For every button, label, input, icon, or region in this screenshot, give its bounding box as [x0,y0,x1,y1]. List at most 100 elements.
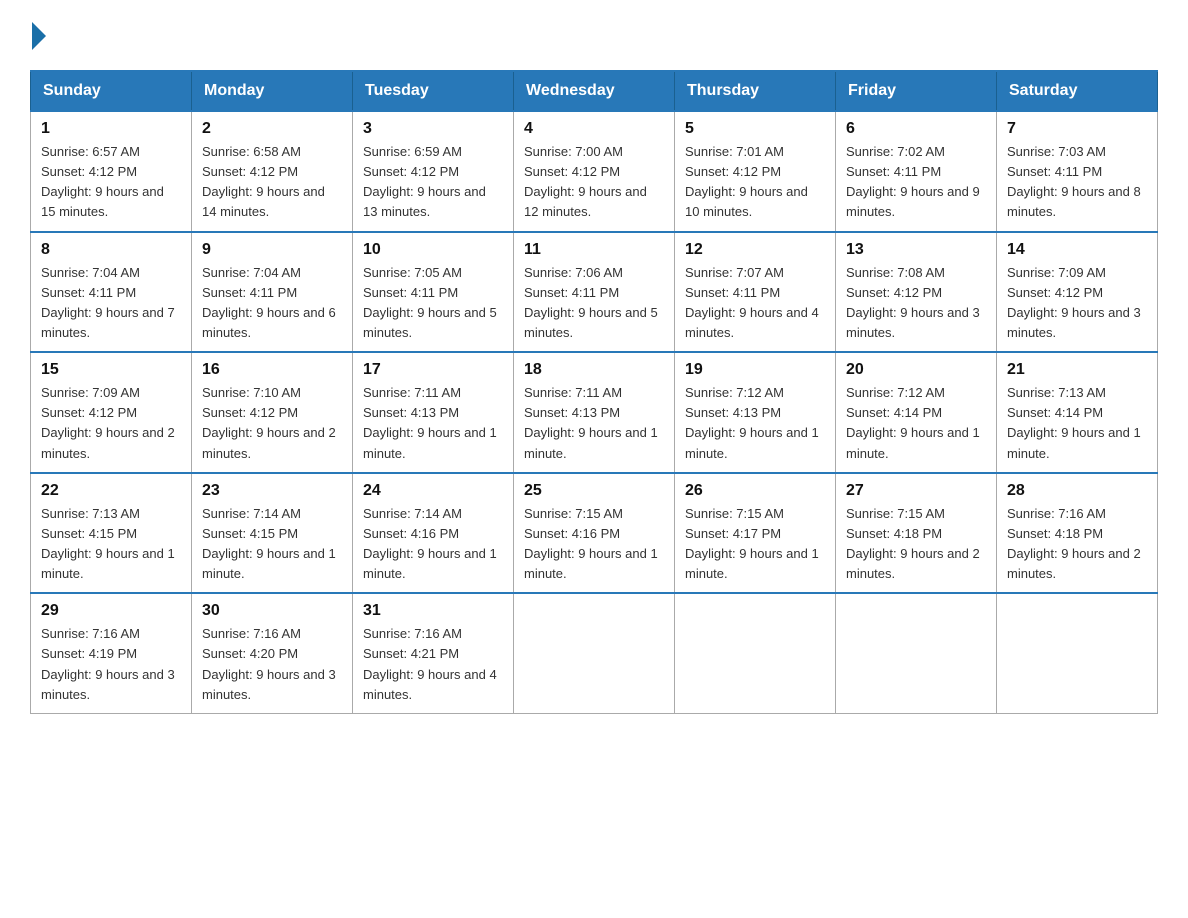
day-number: 1 [41,120,181,138]
calendar-cell: 26 Sunrise: 7:15 AM Sunset: 4:17 PM Dayl… [675,473,836,594]
calendar-cell: 17 Sunrise: 7:11 AM Sunset: 4:13 PM Dayl… [353,352,514,473]
day-info: Sunrise: 7:07 AM Sunset: 4:11 PM Dayligh… [685,263,825,344]
day-number: 4 [524,120,664,138]
day-info: Sunrise: 6:58 AM Sunset: 4:12 PM Dayligh… [202,142,342,223]
calendar-week-2: 8 Sunrise: 7:04 AM Sunset: 4:11 PM Dayli… [31,232,1158,353]
day-info: Sunrise: 7:12 AM Sunset: 4:14 PM Dayligh… [846,383,986,464]
calendar-cell: 21 Sunrise: 7:13 AM Sunset: 4:14 PM Dayl… [997,352,1158,473]
calendar-cell: 19 Sunrise: 7:12 AM Sunset: 4:13 PM Dayl… [675,352,836,473]
calendar-cell: 12 Sunrise: 7:07 AM Sunset: 4:11 PM Dayl… [675,232,836,353]
calendar-cell [997,593,1158,713]
day-info: Sunrise: 7:12 AM Sunset: 4:13 PM Dayligh… [685,383,825,464]
day-number: 30 [202,602,342,620]
day-info: Sunrise: 7:05 AM Sunset: 4:11 PM Dayligh… [363,263,503,344]
calendar-cell: 9 Sunrise: 7:04 AM Sunset: 4:11 PM Dayli… [192,232,353,353]
weekday-header-monday: Monday [192,71,353,111]
calendar-cell: 23 Sunrise: 7:14 AM Sunset: 4:15 PM Dayl… [192,473,353,594]
weekday-header-sunday: Sunday [31,71,192,111]
calendar-cell: 1 Sunrise: 6:57 AM Sunset: 4:12 PM Dayli… [31,111,192,232]
page-header [30,20,1158,50]
day-info: Sunrise: 7:15 AM Sunset: 4:16 PM Dayligh… [524,504,664,585]
calendar-cell: 4 Sunrise: 7:00 AM Sunset: 4:12 PM Dayli… [514,111,675,232]
day-number: 31 [363,602,503,620]
day-info: Sunrise: 7:04 AM Sunset: 4:11 PM Dayligh… [41,263,181,344]
day-info: Sunrise: 7:01 AM Sunset: 4:12 PM Dayligh… [685,142,825,223]
day-number: 16 [202,361,342,379]
day-number: 12 [685,241,825,259]
day-number: 2 [202,120,342,138]
logo [30,20,46,50]
calendar-table: SundayMondayTuesdayWednesdayThursdayFrid… [30,70,1158,714]
calendar-cell: 20 Sunrise: 7:12 AM Sunset: 4:14 PM Dayl… [836,352,997,473]
calendar-week-5: 29 Sunrise: 7:16 AM Sunset: 4:19 PM Dayl… [31,593,1158,713]
day-info: Sunrise: 7:02 AM Sunset: 4:11 PM Dayligh… [846,142,986,223]
day-info: Sunrise: 6:57 AM Sunset: 4:12 PM Dayligh… [41,142,181,223]
day-number: 27 [846,482,986,500]
day-number: 3 [363,120,503,138]
day-info: Sunrise: 7:00 AM Sunset: 4:12 PM Dayligh… [524,142,664,223]
day-info: Sunrise: 7:15 AM Sunset: 4:18 PM Dayligh… [846,504,986,585]
day-info: Sunrise: 7:11 AM Sunset: 4:13 PM Dayligh… [524,383,664,464]
calendar-cell [836,593,997,713]
day-info: Sunrise: 7:08 AM Sunset: 4:12 PM Dayligh… [846,263,986,344]
day-number: 25 [524,482,664,500]
calendar-header-row: SundayMondayTuesdayWednesdayThursdayFrid… [31,71,1158,111]
day-number: 9 [202,241,342,259]
calendar-cell: 11 Sunrise: 7:06 AM Sunset: 4:11 PM Dayl… [514,232,675,353]
weekday-header-tuesday: Tuesday [353,71,514,111]
day-number: 6 [846,120,986,138]
day-info: Sunrise: 7:09 AM Sunset: 4:12 PM Dayligh… [1007,263,1147,344]
calendar-cell: 8 Sunrise: 7:04 AM Sunset: 4:11 PM Dayli… [31,232,192,353]
calendar-cell: 5 Sunrise: 7:01 AM Sunset: 4:12 PM Dayli… [675,111,836,232]
day-info: Sunrise: 7:14 AM Sunset: 4:15 PM Dayligh… [202,504,342,585]
day-number: 21 [1007,361,1147,379]
day-info: Sunrise: 7:16 AM Sunset: 4:19 PM Dayligh… [41,624,181,705]
calendar-cell: 2 Sunrise: 6:58 AM Sunset: 4:12 PM Dayli… [192,111,353,232]
day-number: 18 [524,361,664,379]
day-number: 15 [41,361,181,379]
calendar-cell [514,593,675,713]
calendar-cell: 22 Sunrise: 7:13 AM Sunset: 4:15 PM Dayl… [31,473,192,594]
day-number: 7 [1007,120,1147,138]
calendar-cell: 15 Sunrise: 7:09 AM Sunset: 4:12 PM Dayl… [31,352,192,473]
day-number: 8 [41,241,181,259]
day-number: 19 [685,361,825,379]
logo-arrow-icon [32,22,46,50]
day-number: 28 [1007,482,1147,500]
day-info: Sunrise: 7:03 AM Sunset: 4:11 PM Dayligh… [1007,142,1147,223]
day-info: Sunrise: 7:06 AM Sunset: 4:11 PM Dayligh… [524,263,664,344]
day-number: 13 [846,241,986,259]
day-number: 20 [846,361,986,379]
day-number: 24 [363,482,503,500]
calendar-cell: 6 Sunrise: 7:02 AM Sunset: 4:11 PM Dayli… [836,111,997,232]
calendar-week-4: 22 Sunrise: 7:13 AM Sunset: 4:15 PM Dayl… [31,473,1158,594]
day-info: Sunrise: 7:16 AM Sunset: 4:18 PM Dayligh… [1007,504,1147,585]
weekday-header-saturday: Saturday [997,71,1158,111]
calendar-cell: 18 Sunrise: 7:11 AM Sunset: 4:13 PM Dayl… [514,352,675,473]
weekday-header-wednesday: Wednesday [514,71,675,111]
calendar-cell: 7 Sunrise: 7:03 AM Sunset: 4:11 PM Dayli… [997,111,1158,232]
calendar-cell: 31 Sunrise: 7:16 AM Sunset: 4:21 PM Dayl… [353,593,514,713]
day-number: 11 [524,241,664,259]
day-info: Sunrise: 7:13 AM Sunset: 4:15 PM Dayligh… [41,504,181,585]
day-info: Sunrise: 7:15 AM Sunset: 4:17 PM Dayligh… [685,504,825,585]
calendar-cell: 3 Sunrise: 6:59 AM Sunset: 4:12 PM Dayli… [353,111,514,232]
day-info: Sunrise: 7:09 AM Sunset: 4:12 PM Dayligh… [41,383,181,464]
day-number: 5 [685,120,825,138]
calendar-cell: 28 Sunrise: 7:16 AM Sunset: 4:18 PM Dayl… [997,473,1158,594]
calendar-cell: 30 Sunrise: 7:16 AM Sunset: 4:20 PM Dayl… [192,593,353,713]
weekday-header-thursday: Thursday [675,71,836,111]
calendar-cell: 13 Sunrise: 7:08 AM Sunset: 4:12 PM Dayl… [836,232,997,353]
day-info: Sunrise: 6:59 AM Sunset: 4:12 PM Dayligh… [363,142,503,223]
day-number: 22 [41,482,181,500]
calendar-cell: 25 Sunrise: 7:15 AM Sunset: 4:16 PM Dayl… [514,473,675,594]
calendar-cell: 14 Sunrise: 7:09 AM Sunset: 4:12 PM Dayl… [997,232,1158,353]
day-info: Sunrise: 7:10 AM Sunset: 4:12 PM Dayligh… [202,383,342,464]
calendar-cell: 10 Sunrise: 7:05 AM Sunset: 4:11 PM Dayl… [353,232,514,353]
day-number: 26 [685,482,825,500]
day-info: Sunrise: 7:14 AM Sunset: 4:16 PM Dayligh… [363,504,503,585]
day-number: 23 [202,482,342,500]
day-info: Sunrise: 7:13 AM Sunset: 4:14 PM Dayligh… [1007,383,1147,464]
day-info: Sunrise: 7:16 AM Sunset: 4:21 PM Dayligh… [363,624,503,705]
day-number: 10 [363,241,503,259]
